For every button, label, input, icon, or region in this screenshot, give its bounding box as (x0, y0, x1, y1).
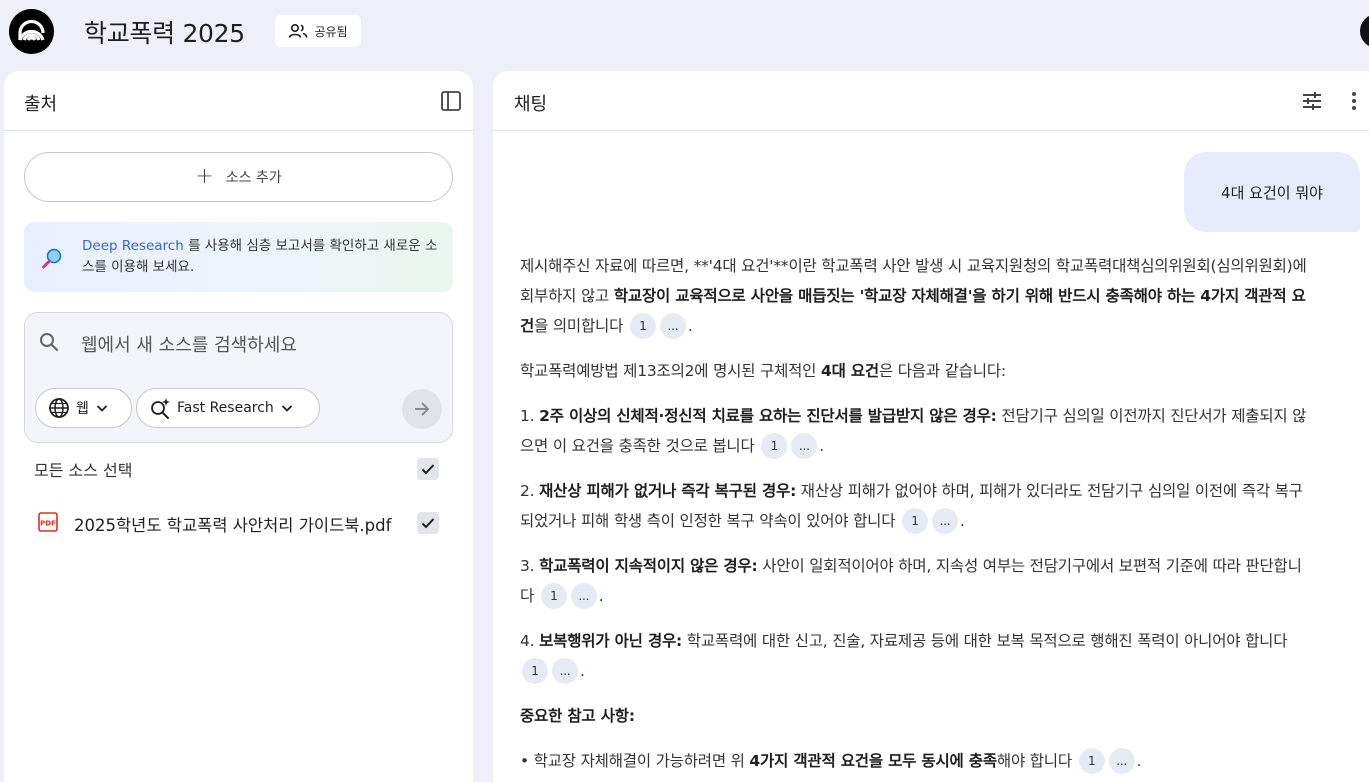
item-heading: 보복행위가 아닌 경우: (539, 632, 683, 650)
requirement-item: 1. 2주 이상의 신체적·정신적 치료를 요하는 진단서를 발급받지 않은 경… (520, 401, 1310, 461)
item-number: 2. (520, 482, 540, 500)
chat-title: 채팅 (514, 94, 548, 115)
citation-chip[interactable]: 1 (761, 432, 788, 459)
people-icon (289, 23, 308, 38)
source-file-name[interactable]: 2025학년도 학교폭력 사안처리 가이드북.pdf (74, 512, 391, 536)
sparkle-search-icon (151, 398, 170, 419)
plus-icon: + (195, 164, 214, 189)
citation-more-chip[interactable]: ... (791, 432, 818, 459)
answer-text: 은 다음과 같습니다: (878, 362, 1006, 380)
source-type-dropdown[interactable]: 웹 (35, 388, 132, 428)
chevron-down-icon (281, 405, 292, 412)
arrow-right-icon (415, 402, 430, 416)
item-text: 학교폭력에 대한 신고, 진술, 자료제공 등에 대한 보복 목적으로 행해진 … (682, 632, 1288, 650)
top-bar: 학교폭력 2025 공유됨 (0, 0, 1369, 64)
item-heading: 학교폭력이 지속적이지 않은 경우: (539, 557, 758, 575)
notebook-logo-icon[interactable] (9, 9, 54, 54)
deep-research-banner[interactable]: Deep Research 를 사용해 심층 보고서를 확인하고 새로운 소스를… (24, 222, 453, 292)
answer-paragraph: 학교폭력예방법 제13조의2에 명시된 구체적인 4대 요건은 다음과 같습니다… (520, 356, 1310, 386)
notebook-title[interactable]: 학교폭력 2025 (84, 14, 245, 50)
answer-text: 해야 합니다 (996, 752, 1072, 770)
citation-chip[interactable]: 1 (902, 507, 928, 534)
share-label: 공유됨 (314, 24, 348, 39)
item-heading: 2주 이상의 신체적·정신적 치료를 요하는 진단서를 발급받지 않은 경우: (539, 407, 997, 425)
chat-panel: 채팅 4대 요건이 뭐야 제시해주신 자료에 따르면, **'4대 요건'**이… (493, 71, 1369, 782)
research-mode-label: Fast Research (177, 400, 274, 416)
svg-text:PDF: PDF (40, 520, 56, 528)
search-input[interactable]: 웹에서 새 소스를 검색하세요 (81, 331, 297, 357)
sources-panel: 출처 + 소스 추가 Deep Research 를 사용해 심층 보고서를 확… (4, 71, 473, 782)
select-all-checkbox[interactable] (417, 458, 439, 480)
citation-chip[interactable]: 1 (522, 657, 548, 684)
account-avatar[interactable] (1360, 14, 1369, 48)
citation-more-chip[interactable]: ... (570, 582, 597, 609)
requirement-item: 4. 보복행위가 아닌 경우: 학교폭력에 대한 신고, 진술, 자료제공 등에… (520, 626, 1310, 686)
check-icon (421, 518, 435, 529)
select-all-label: 모든 소스 선택 (34, 461, 133, 480)
sources-title: 출처 (24, 94, 58, 115)
item-heading: 재산상 피해가 없거나 즉각 복구된 경우: (539, 482, 797, 500)
share-button[interactable]: 공유됨 (275, 15, 361, 47)
requirement-item: 3. 학교폭력이 지속적이지 않은 경우: 사안이 일회적이어야 하며, 지속성… (520, 551, 1310, 611)
item-number: 1. (520, 407, 540, 425)
magnifier-icon (42, 248, 62, 269)
citation-chip[interactable]: 1 (629, 312, 656, 339)
research-mode-dropdown[interactable]: Fast Research (136, 388, 320, 428)
answer-bold-text: 4가지 객관적 요건을 모두 동시에 충족 (749, 752, 997, 770)
check-icon (421, 464, 435, 475)
add-source-label: 소스 추가 (225, 170, 282, 186)
answer-bold-text: 4대 요건 (820, 362, 879, 380)
source-file-checkbox[interactable] (417, 512, 439, 534)
deep-research-link[interactable]: Deep Research (82, 238, 184, 254)
citation-more-chip[interactable]: ... (552, 657, 578, 684)
globe-icon (49, 398, 69, 418)
chevron-down-icon (96, 405, 108, 412)
tune-settings-icon[interactable] (1300, 89, 1324, 113)
citation-more-chip[interactable]: ... (932, 507, 958, 534)
user-message: 4대 요건이 뭐야 (1184, 152, 1360, 232)
answer-text: 을 의미합니다 (534, 317, 624, 335)
answer-text: 학교폭력예방법 제13조의2에 명시된 구체적인 (520, 362, 821, 380)
citation-chip[interactable]: 1 (1078, 747, 1105, 774)
submit-search-button[interactable] (402, 389, 442, 429)
note-heading: 중요한 참고 사항: (520, 707, 635, 725)
deep-research-text: Deep Research 를 사용해 심층 보고서를 확인하고 새로운 소스를… (82, 236, 442, 278)
note-heading-paragraph: 중요한 참고 사항: (520, 701, 1310, 731)
source-type-label: 웹 (76, 401, 89, 417)
answer-text: • 학교장 자체해결이 가능하려면 위 (520, 752, 750, 770)
chat-header: 채팅 (493, 71, 1369, 131)
search-icon (40, 333, 59, 352)
pdf-file-icon: PDF (38, 512, 58, 532)
collapse-panel-icon[interactable] (440, 90, 462, 112)
note-paragraph: • 학교장 자체해결이 가능하려면 위 4가지 객관적 요건을 모두 동시에 충… (520, 746, 1310, 776)
citation-more-chip[interactable]: ... (659, 312, 686, 339)
citation-chip[interactable]: 1 (540, 582, 567, 609)
requirement-item: 2. 재산상 피해가 없거나 즉각 복구된 경우: 재산상 피해가 없어야 하며… (520, 476, 1310, 536)
citation-more-chip[interactable]: ... (1108, 747, 1135, 774)
item-number: 3. (520, 557, 540, 575)
sources-header: 출처 (4, 71, 473, 131)
assistant-answer: 제시해주신 자료에 따르면, **'4대 요건'**이란 학교폭력 사안 발생 … (520, 251, 1310, 782)
add-source-button[interactable]: + 소스 추가 (24, 152, 453, 202)
web-search-box: 웹에서 새 소스를 검색하세요 웹 Fast Research (24, 312, 453, 443)
answer-paragraph: 제시해주신 자료에 따르면, **'4대 요건'**이란 학교폭력 사안 발생 … (520, 251, 1310, 341)
more-vert-icon[interactable] (1349, 89, 1359, 113)
item-number: 4. (520, 632, 540, 650)
